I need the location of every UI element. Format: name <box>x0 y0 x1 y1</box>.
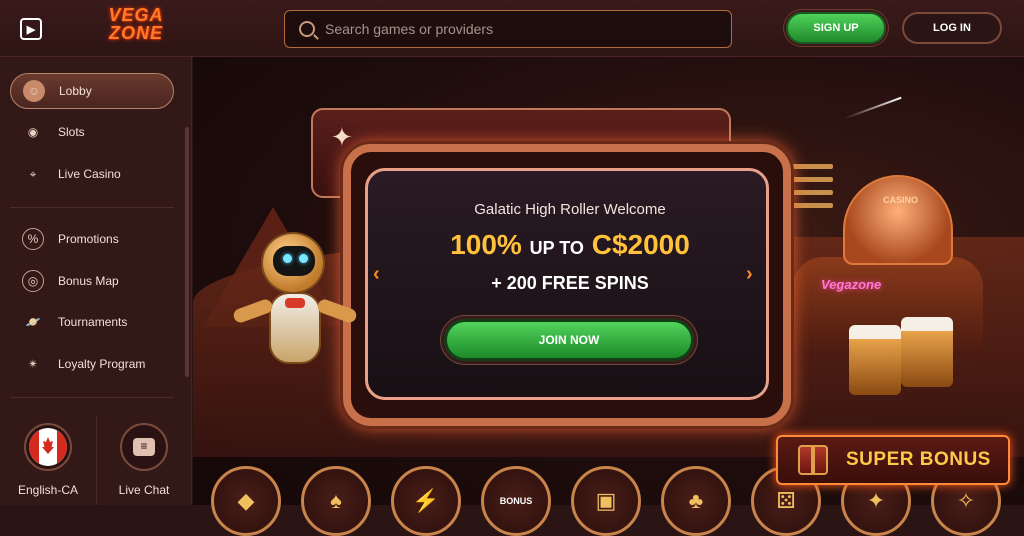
lobby-icon: ☺ <box>23 80 45 102</box>
gift-icon <box>798 445 828 475</box>
astronaut-icon: ◉ <box>27 125 39 139</box>
language-selector[interactable]: English-CA <box>0 415 96 505</box>
category-bonus[interactable]: BONUS <box>481 466 551 536</box>
category-cards[interactable]: ♠ <box>301 466 371 536</box>
sidebar-divider <box>10 397 174 398</box>
live-chat-label: Live Chat <box>118 483 170 497</box>
category-poker[interactable]: ♣ <box>661 466 731 536</box>
category-slot-machine[interactable]: ▣ <box>571 466 641 536</box>
logo[interactable]: VEGA ZONE <box>88 6 184 48</box>
sidebar-item-loyalty-program[interactable]: ✴ Loyalty Program <box>10 346 174 382</box>
sidebar-item-lobby[interactable]: ☺ Lobby <box>10 73 174 109</box>
cannon-icon: ✦ <box>866 488 886 513</box>
casino-dome <box>843 175 953 265</box>
category-lightning[interactable]: ⚡ <box>391 466 461 536</box>
robot-arm <box>231 297 275 325</box>
telescope-icon: ✧ <box>956 488 976 513</box>
dome-sign: CASINO <box>883 195 919 205</box>
beer-mug-icon <box>901 317 953 387</box>
promo-title: Galatic High Roller Welcome <box>474 201 666 218</box>
sidebar-item-promotions[interactable]: % Promotions <box>10 221 174 257</box>
sidebar-item-bonus-map[interactable]: ◎ Bonus Map <box>10 263 174 299</box>
sidebar-item-label: Bonus Map <box>58 274 119 288</box>
promo-value: C$2000 <box>591 229 690 260</box>
carousel-next-icon[interactable]: › <box>746 263 753 286</box>
top-bar: ▶ VEGA ZONE SIGN UP LOG IN <box>0 0 1024 57</box>
logo-line2: ZONE <box>108 23 163 43</box>
planet-icon: 🪐 <box>25 315 41 329</box>
live-chat-button[interactable]: ≡ Live Chat <box>96 415 192 505</box>
category-diamond[interactable]: ◆ <box>211 466 281 536</box>
poker-cards-icon: ♣ <box>688 488 704 513</box>
sidebar-item-label: Tournaments <box>58 315 128 329</box>
login-button[interactable]: LOG IN <box>902 12 1002 44</box>
promo-percent: 100% <box>450 229 522 260</box>
promo-spins: + 200 FREE SPINS <box>491 273 649 293</box>
menu-toggle-icon[interactable]: ▶ <box>20 18 42 40</box>
sidebar-item-label: Loyalty Program <box>58 357 146 371</box>
robot-face <box>273 246 315 276</box>
sidebar-item-live-casino[interactable]: ⌖ Live Casino <box>10 156 174 192</box>
robot-mascot <box>231 232 393 382</box>
sidebar: ☺ Lobby ◉ Slots ⌖ Live Casino % Promotio… <box>0 57 192 505</box>
super-bonus-label: SUPER BONUS <box>846 449 991 470</box>
promo-upto: UP TO <box>529 238 584 258</box>
robot-arm <box>315 297 359 325</box>
star-icon: ✴ <box>27 357 39 371</box>
super-bonus-button[interactable]: SUPER BONUS <box>776 435 1010 485</box>
robot-bow <box>285 298 305 308</box>
sidebar-item-label: Live Casino <box>58 167 121 181</box>
sidebar-item-label: Promotions <box>58 232 119 246</box>
sidebar-item-label: Slots <box>58 125 85 139</box>
sidebar-item-slots[interactable]: ◉ Slots <box>10 114 174 150</box>
map-icon: ◎ <box>22 270 44 292</box>
sidebar-item-label: Lobby <box>59 84 92 98</box>
sidebar-scrollbar[interactable] <box>185 127 189 377</box>
sidebar-divider <box>10 207 174 208</box>
diamond-icon: ◆ <box>237 488 255 513</box>
search-icon <box>299 21 315 37</box>
percent-icon: % <box>22 228 44 250</box>
robot-eye <box>299 254 308 263</box>
promo-screen: Galatic High Roller Welcome 100% UP TO C… <box>365 168 769 400</box>
sidebar-item-tournaments[interactable]: 🪐 Tournaments <box>10 304 174 340</box>
search-input[interactable] <box>325 21 705 37</box>
canada-flag-icon <box>24 423 72 471</box>
chat-icon: ≡ <box>120 423 168 471</box>
satellite-icon: ⌖ <box>29 166 37 181</box>
join-now-button[interactable]: JOIN NOW <box>444 319 694 361</box>
logo-line1: VEGA <box>108 5 164 25</box>
beer-mug-icon <box>849 325 901 395</box>
cards-icon: ♠ <box>330 488 342 513</box>
slot-machine-icon: ▣ <box>595 488 617 513</box>
neon-sign: Vegazone <box>821 277 882 292</box>
lightning-icon: ⚡ <box>412 488 440 513</box>
language-label: English-CA <box>17 483 79 497</box>
comet-decoration <box>844 96 902 120</box>
robot-eye <box>283 254 292 263</box>
search-bar[interactable] <box>284 10 732 48</box>
dice-icon: ⚄ <box>776 488 796 513</box>
promo-amount: 100% UP TO C$2000 <box>368 229 772 261</box>
signup-button[interactable]: SIGN UP <box>786 12 886 44</box>
sparkle-icon: ✦ <box>331 122 353 152</box>
